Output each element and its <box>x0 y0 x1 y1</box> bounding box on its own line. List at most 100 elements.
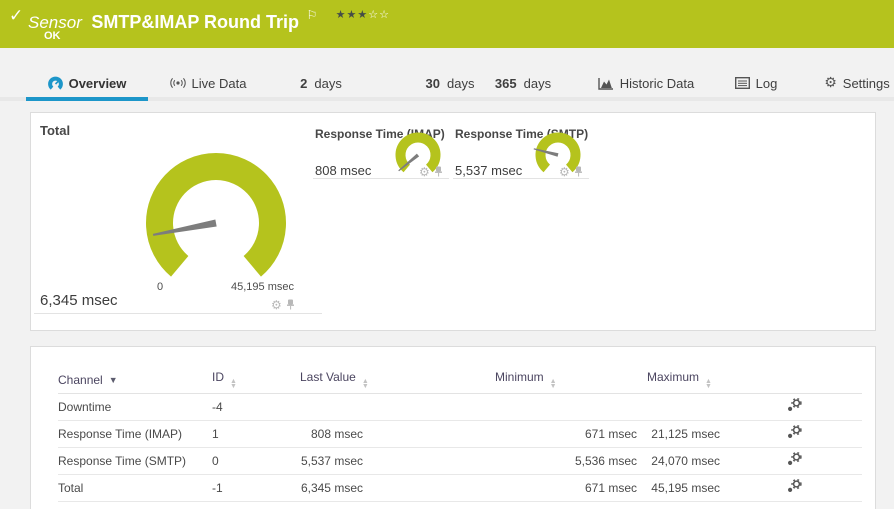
channels-panel: Channel ▼ ID ▲ ▼ Last Value ▲ ▼ Minimum ▲ ▼ Max… <box>30 346 876 509</box>
sensor-header: ✓ Sensor SMTP&IMAP Round Trip ⚐ ★★★☆☆ OK <box>0 0 894 48</box>
channel-settings-icon[interactable] <box>787 451 802 466</box>
tab-label: days <box>523 75 552 91</box>
cell-id: 0 <box>212 447 300 475</box>
cell-minimum: 5,536 msec <box>495 447 637 475</box>
channel-gear-icon[interactable]: ⚙ <box>271 299 282 311</box>
channel-settings-icon[interactable] <box>787 478 802 493</box>
gauge-scale-min: 0 <box>157 281 164 293</box>
cell-maximum <box>637 393 727 421</box>
tab-historic-data[interactable]: Historic Data <box>596 72 696 94</box>
status-check-icon: ✓ <box>9 6 24 25</box>
channel-gear-icon[interactable]: ⚙ <box>419 166 430 178</box>
pin-icon[interactable] <box>574 166 583 177</box>
flag-icon[interactable]: ⚐ <box>306 8 317 22</box>
pin-icon[interactable] <box>286 299 295 310</box>
tab-log[interactable]: Log <box>716 72 796 94</box>
cell-minimum <box>495 393 637 421</box>
cell-last-value <box>300 393 370 421</box>
cell-spacer <box>370 393 495 421</box>
tile-actions: ⚙ <box>559 166 583 178</box>
gauges-panel: Total 0 45,195 msec 6,345 msec ⚙ Respons… <box>30 112 876 331</box>
tab-365-days[interactable]: 365 days <box>483 72 563 94</box>
tab-label: days <box>447 75 475 91</box>
sort-desc-icon: ▼ <box>108 374 118 385</box>
gauge-value: 5,537 msec <box>455 163 523 178</box>
channel-settings-icon[interactable] <box>787 397 802 412</box>
tile-divider <box>313 178 449 179</box>
column-header-minimum[interactable]: Minimum ▲ ▼ <box>495 367 637 394</box>
status-badge: OK <box>44 30 61 42</box>
tab-label: Log <box>755 75 778 91</box>
cell-maximum: 45,195 msec <box>637 474 727 502</box>
pin-icon[interactable] <box>434 166 443 177</box>
cell-actions <box>727 393 862 421</box>
tab-2-days[interactable]: 2 days <box>281 72 361 94</box>
cell-spacer <box>370 474 495 502</box>
tile-actions: ⚙ <box>271 299 295 311</box>
tab-label: Overview <box>68 75 127 91</box>
channels-table: Channel ▼ ID ▲ ▼ Last Value ▲ ▼ Minimum ▲ ▼ Max… <box>58 367 862 502</box>
cell-last-value: 6,345 msec <box>300 474 370 502</box>
column-header-last-value[interactable]: Last Value ▲ ▼ <box>300 367 370 394</box>
cell-id: 1 <box>212 420 300 448</box>
tile-actions: ⚙ <box>419 166 443 178</box>
cell-channel: Total <box>58 474 212 502</box>
cell-spacer <box>370 420 495 448</box>
tab-label: Live Data <box>191 75 247 91</box>
active-tab-underline <box>26 97 148 101</box>
gauge-icon <box>47 76 63 90</box>
channel-gear-icon[interactable]: ⚙ <box>559 166 570 178</box>
tab-settings[interactable]: ⚙ Settings <box>820 72 894 94</box>
cell-actions <box>727 447 862 475</box>
channel-row[interactable]: Downtime -4 <box>58 393 862 421</box>
cell-actions <box>727 420 862 448</box>
column-header-actions <box>727 367 862 394</box>
cell-channel: Response Time (IMAP) <box>58 420 212 448</box>
gauge-value: 6,345 msec <box>40 292 118 309</box>
channel-row[interactable]: Total -1 6,345 msec 671 msec 45,195 msec <box>58 474 862 502</box>
cell-channel: Response Time (SMTP) <box>58 447 212 475</box>
tab-label: days <box>314 75 342 91</box>
cell-maximum: 24,070 msec <box>637 447 727 475</box>
tab-bar: Overview Live Data 2 days 30 days 365 da… <box>0 48 894 101</box>
column-header-maximum[interactable]: Maximum ▲ ▼ <box>637 367 727 394</box>
tab-30-days[interactable]: 30 days <box>410 72 490 94</box>
priority-stars[interactable]: ★★★☆☆ <box>336 8 390 21</box>
cell-last-value: 808 msec <box>300 420 370 448</box>
tab-label: Historic Data <box>619 75 695 91</box>
cell-id: -4 <box>212 393 300 421</box>
tab-label: Settings <box>842 75 890 91</box>
gear-icon: ⚙ <box>824 75 837 91</box>
sort-icon: ▲ ▼ <box>549 378 557 391</box>
column-header-id[interactable]: ID ▲ ▼ <box>212 367 300 394</box>
total-gauge <box>146 153 286 277</box>
channel-row[interactable]: Response Time (SMTP) 0 5,537 msec 5,536 mse… <box>58 447 862 475</box>
channel-settings-icon[interactable] <box>787 424 802 439</box>
cell-maximum: 21,125 msec <box>637 420 727 448</box>
cell-id: -1 <box>212 474 300 502</box>
column-spacer <box>370 367 495 394</box>
cell-minimum: 671 msec <box>495 420 637 448</box>
column-header-channel[interactable]: Channel ▼ <box>58 367 212 394</box>
tab-live-data[interactable]: Live Data <box>159 72 257 94</box>
tile-divider <box>34 313 322 314</box>
table-header-row: Channel ▼ ID ▲ ▼ Last Value ▲ ▼ Minimum ▲ ▼ Max… <box>58 367 862 394</box>
tile-divider <box>453 178 589 179</box>
cell-spacer <box>370 447 495 475</box>
live-data-icon <box>169 78 186 88</box>
log-list-icon <box>734 77 750 89</box>
cell-minimum: 671 msec <box>495 474 637 502</box>
gauge-scale-max: 45,195 msec <box>231 281 294 293</box>
area-chart-icon <box>598 77 613 90</box>
gauge-value: 808 msec <box>315 163 372 178</box>
sort-icon: ▲ ▼ <box>705 378 712 391</box>
tab-number: 2 <box>300 75 308 91</box>
gauge-title: Total <box>40 123 71 138</box>
sort-icon: ▲ ▼ <box>230 378 237 391</box>
prtg-sensor-page: ✓ Sensor SMTP&IMAP Round Trip ⚐ ★★★☆☆ OK… <box>0 0 894 509</box>
channel-row[interactable]: Response Time (IMAP) 1 808 msec 671 msec 21,… <box>58 420 862 448</box>
cell-actions <box>727 474 862 502</box>
cell-channel: Downtime <box>58 393 212 421</box>
cell-last-value: 5,537 msec <box>300 447 370 475</box>
tab-overview[interactable]: Overview <box>26 72 148 94</box>
